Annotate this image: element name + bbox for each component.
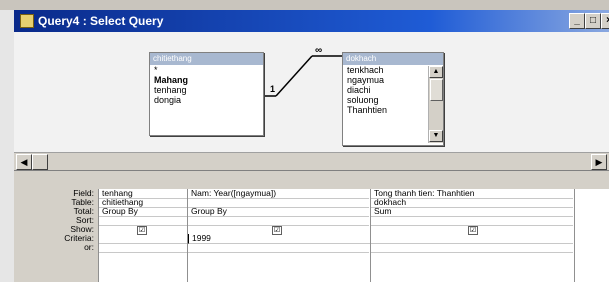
grid-row-labels: Field: Table: Total: Sort: Show: Criteri… xyxy=(14,189,98,282)
scroll-left-icon[interactable]: ◀ xyxy=(16,154,32,170)
join-many-label: ∞ xyxy=(315,45,323,56)
grid-cell-or[interactable] xyxy=(371,243,573,253)
table-chitiethang[interactable]: chitiethang * Mahang tenhang dongia xyxy=(149,52,264,136)
minimize-button[interactable]: _ xyxy=(569,13,585,29)
grid-cell-sort[interactable] xyxy=(188,216,369,226)
grid-cell-or[interactable] xyxy=(188,243,369,253)
grid-cell-sort[interactable] xyxy=(371,216,573,226)
table-scrollbar[interactable]: ▲ ▼ xyxy=(428,66,443,143)
table-pane[interactable]: 1 ∞ chitiethang * Mahang tenhang dongia … xyxy=(14,32,609,172)
field-item[interactable]: tenhang xyxy=(150,85,263,95)
design-grid[interactable]: Field: Table: Total: Sort: Show: Criteri… xyxy=(14,175,609,282)
grid-column-selectors[interactable] xyxy=(14,175,609,189)
window-titlebar[interactable]: Query4 : Select Query _ □ × xyxy=(14,10,609,32)
scroll-down-icon[interactable]: ▼ xyxy=(429,130,443,142)
mdi-background xyxy=(0,10,14,282)
table-header[interactable]: chitiethang xyxy=(150,53,263,65)
scroll-thumb[interactable] xyxy=(32,154,48,170)
grid-cell-sort[interactable] xyxy=(99,216,187,226)
field-item-key[interactable]: Mahang xyxy=(150,75,263,85)
table-dokhach[interactable]: dokhach tenkhach ngaymua diachi soluong … xyxy=(342,52,444,146)
background-strip xyxy=(0,0,609,10)
scroll-up-icon[interactable]: ▲ xyxy=(429,66,443,78)
scroll-right-icon[interactable]: ▶ xyxy=(591,154,607,170)
query-icon xyxy=(20,14,34,28)
restore-button[interactable]: □ xyxy=(585,13,601,29)
field-item[interactable]: * xyxy=(150,65,263,75)
grid-divider xyxy=(574,189,575,282)
field-item[interactable]: dongia xyxy=(150,95,263,105)
close-button[interactable]: × xyxy=(601,13,609,29)
join-one-label: 1 xyxy=(270,84,276,94)
table-header[interactable]: dokhach xyxy=(343,53,443,65)
scroll-thumb[interactable] xyxy=(430,79,443,101)
grid-cell-or[interactable] xyxy=(99,243,187,253)
horizontal-scrollbar[interactable]: ◀ ▶ xyxy=(14,152,609,171)
join-lines xyxy=(262,55,342,97)
row-label-or: or: xyxy=(84,242,94,252)
window-title: Query4 : Select Query xyxy=(38,14,164,28)
